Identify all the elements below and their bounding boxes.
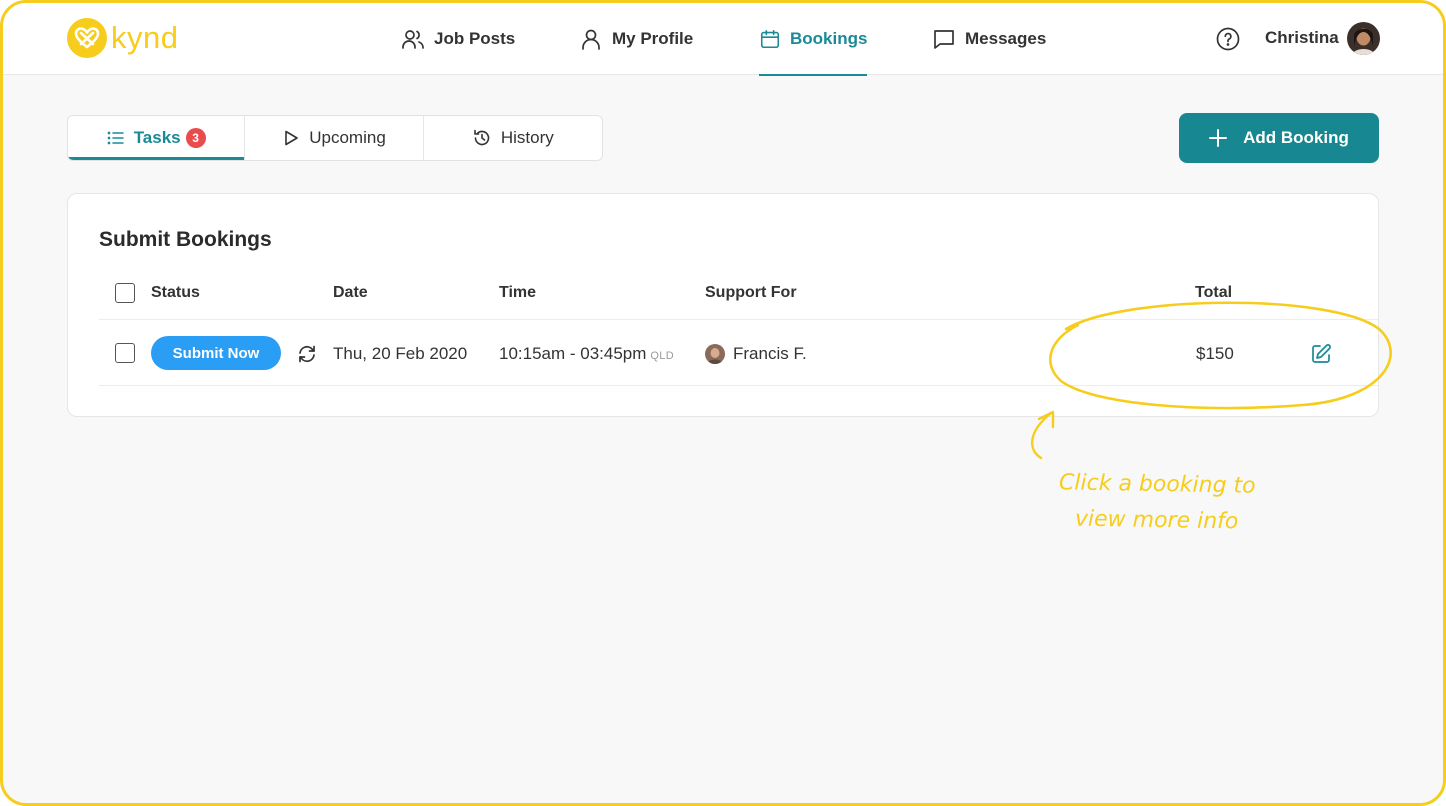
list-icon — [107, 131, 124, 145]
nav-messages[interactable]: Messages — [932, 3, 1046, 75]
annotation-line-1: Click a booking to — [1058, 470, 1256, 499]
nav-job-posts[interactable]: Job Posts — [401, 3, 515, 75]
column-header-date[interactable]: Date — [333, 284, 368, 302]
calendar-icon — [760, 29, 780, 49]
chat-icon — [934, 30, 954, 49]
column-header-total[interactable]: Total — [1195, 284, 1232, 302]
booking-date: Thu, 20 Feb 2020 — [333, 344, 468, 363]
nav-bookings[interactable]: Bookings — [759, 3, 868, 76]
history-icon — [474, 129, 490, 146]
user-icon — [582, 29, 600, 50]
booking-time: 10:15am - 03:45pm QLD — [499, 344, 674, 364]
nav-my-profile[interactable]: My Profile — [579, 3, 693, 75]
edit-icon[interactable] — [1311, 343, 1332, 364]
tab-history-label: History — [500, 128, 554, 147]
top-navigation-bar: kynd Job Posts My Profile Bookings Messa… — [3, 3, 1443, 76]
support-for-name: Francis F. — [733, 344, 807, 363]
column-header-status[interactable]: Status — [151, 284, 200, 302]
add-booking-button[interactable]: Add Booking — [1179, 113, 1379, 163]
user-name[interactable]: Christina — [1265, 28, 1339, 48]
tab-history[interactable]: History — [424, 116, 602, 160]
avatar-image — [1347, 22, 1380, 55]
annotation-line-2: view more info — [1074, 506, 1239, 535]
nav-bookings-label: Bookings — [790, 29, 868, 48]
select-all-checkbox[interactable] — [115, 283, 135, 303]
kynd-logo-icon — [67, 18, 107, 58]
tab-tasks-label: Tasks — [133, 128, 181, 147]
tab-upcoming-label: Upcoming — [309, 128, 386, 147]
booking-tabs: Tasks 3 Upcoming History — [67, 115, 603, 161]
booking-time-range: 10:15am - 03:45pm — [499, 344, 647, 363]
nav-messages-label: Messages — [965, 29, 1047, 48]
header-divider — [99, 319, 1378, 320]
row-divider — [99, 385, 1378, 386]
recurring-icon — [299, 345, 315, 363]
row-checkbox[interactable] — [115, 343, 135, 363]
card-title: Submit Bookings — [99, 228, 272, 251]
column-header-support-for[interactable]: Support For — [705, 284, 797, 302]
column-header-time[interactable]: Time — [499, 284, 536, 302]
client-avatar — [705, 344, 725, 364]
annotation-note: Click a booking to view more info — [1036, 465, 1277, 541]
app-frame: kynd Job Posts My Profile Bookings Messa… — [0, 0, 1446, 806]
user-avatar[interactable] — [1347, 22, 1380, 55]
plus-icon — [1209, 129, 1228, 147]
client-avatar-image — [705, 344, 725, 364]
nav-job-posts-label: Job Posts — [434, 29, 516, 48]
users-icon — [402, 30, 424, 49]
help-icon[interactable] — [1216, 27, 1240, 51]
booking-total: $150 — [1196, 344, 1234, 363]
submit-bookings-card: Submit Bookings Status Date Time Support… — [67, 193, 1379, 417]
play-icon — [285, 130, 299, 146]
tab-tasks[interactable]: Tasks 3 — [68, 116, 246, 160]
tasks-count-badge: 3 — [185, 128, 206, 148]
submit-now-button[interactable]: Submit Now — [151, 336, 281, 370]
tab-upcoming[interactable]: Upcoming — [245, 116, 424, 160]
logo[interactable]: kynd — [67, 17, 178, 59]
booking-timezone: QLD — [650, 350, 674, 362]
add-booking-label: Add Booking — [1243, 128, 1349, 147]
nav-my-profile-label: My Profile — [612, 29, 694, 48]
brand-name: kynd — [111, 20, 179, 55]
